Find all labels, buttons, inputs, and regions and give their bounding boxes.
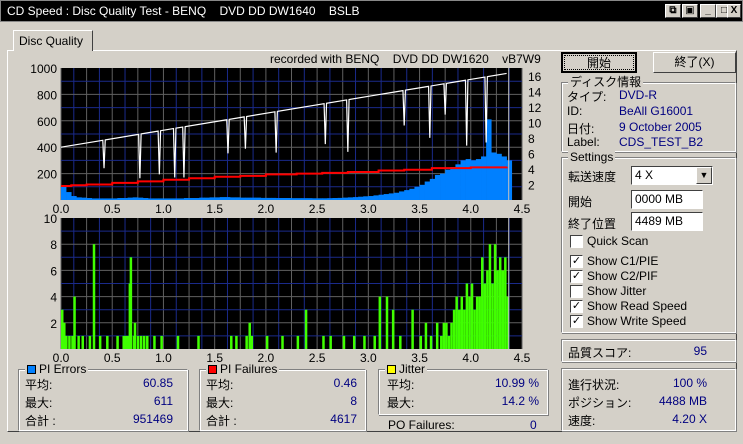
- type-label: タイプ:: [567, 90, 607, 104]
- max-label: 最大:: [206, 396, 234, 410]
- max-label: 最大:: [25, 396, 53, 410]
- jitter-group: Jitter 平均: 10.99 % 最大: 14.2 %: [378, 362, 548, 415]
- speed-label: 転送速度: [568, 170, 617, 184]
- jitter-title: Jitter: [385, 362, 428, 376]
- speed-label: 速度:: [568, 414, 596, 428]
- checkbox-box[interactable]: ✓: [570, 270, 583, 283]
- settings-title: Settings: [568, 150, 616, 164]
- pi-failures-max: 8: [350, 394, 357, 408]
- id-label: ID:: [567, 104, 583, 118]
- settings-group: Settings 転送速度 4 X ▼ 開始 0000 MB 終了位置 4489…: [561, 150, 736, 333]
- total-label: 合計 :: [206, 414, 237, 428]
- start-label: 開始: [568, 195, 593, 209]
- id-value: BeAll G16001: [619, 104, 694, 118]
- end-label: 終了位置: [568, 217, 617, 231]
- pi-failures-avg: 0.46: [333, 376, 357, 390]
- exit-button[interactable]: 終了(X): [653, 52, 736, 73]
- chevron-down-icon[interactable]: ▼: [696, 167, 712, 184]
- quality-score-box: 品質スコア: 95: [561, 339, 736, 362]
- checkbox-show-c2-pif[interactable]: ✓ Show C2/PIF: [570, 269, 730, 284]
- avg-label: 平均:: [206, 378, 234, 392]
- checkbox-label: Show Jitter: [587, 284, 647, 298]
- start-button[interactable]: 開始: [561, 52, 637, 73]
- checkbox-label: Show C1/PIE: [587, 254, 659, 268]
- tab-disc-quality[interactable]: Disc Quality: [13, 30, 93, 51]
- speed-value: 4 X: [635, 168, 654, 182]
- checkbox-label: Show Read Speed: [587, 299, 688, 313]
- checkbox-show-read-speed[interactable]: ✓ Show Read Speed: [570, 299, 730, 314]
- pi-errors-title: PI Errors: [25, 362, 89, 376]
- minimize-button[interactable]: _: [700, 4, 716, 18]
- position-label: ポジション:: [568, 396, 632, 410]
- checkbox-show-c1-pie[interactable]: ✓ Show C1/PIE: [570, 254, 730, 269]
- speed-value: 4.20 X: [672, 412, 707, 426]
- position-value: 4488 MB: [658, 394, 707, 408]
- checkbox-label: Show Write Speed: [587, 314, 687, 328]
- pi-failures-total: 4617: [330, 412, 357, 426]
- speed-select[interactable]: 4 X ▼: [631, 166, 713, 185]
- total-label: 合計 :: [25, 414, 56, 428]
- po-failures-label: PO Failures:: [388, 418, 455, 432]
- end-input[interactable]: 4489 MB: [631, 212, 703, 231]
- disc-info-title: ディスク情報: [568, 75, 644, 89]
- type-value: DVD-R: [619, 88, 657, 102]
- progress-group: 進行状況: 100 % ポジション: 4488 MB 速度: 4.20 X: [561, 368, 736, 431]
- date-value: 9 October 2005: [619, 120, 702, 134]
- start-input[interactable]: 0000 MB: [631, 190, 703, 209]
- jitter-max: 14.2 %: [501, 394, 539, 408]
- checkbox-label: Show C2/PIF: [587, 269, 658, 283]
- checkbox-quick-scan[interactable]: Quick Scan: [570, 234, 730, 249]
- jitter-avg: 10.99 %: [494, 376, 539, 390]
- checkbox-box[interactable]: [570, 285, 583, 298]
- po-failures-value: 0: [530, 418, 537, 432]
- checkbox-box[interactable]: ✓: [570, 315, 583, 328]
- pi-failures-title: PI Failures: [206, 362, 280, 376]
- title-bar: CD Speed : Disc Quality Test - BENQ DVD …: [0, 0, 743, 22]
- label-label: Label:: [567, 135, 600, 149]
- pi-errors-swatch: [27, 365, 36, 374]
- pi-errors-total: 951469: [132, 412, 173, 426]
- close-button[interactable]: X: [727, 4, 741, 18]
- quality-score-label: 品質スコア:: [568, 346, 632, 360]
- jitter-swatch: [387, 365, 396, 374]
- label-value: CDS_TEST_B2: [619, 135, 704, 149]
- pi-failures-group: PI Failures 平均: 0.46 最大: 8 合計 : 4617: [199, 362, 366, 431]
- progress-label: 進行状況:: [568, 378, 620, 392]
- save-icon[interactable]: ▣: [682, 4, 698, 18]
- pi-errors-group: PI Errors 平均: 60.85 最大: 611 合計 : 951469: [18, 362, 188, 431]
- avg-label: 平均:: [25, 378, 53, 392]
- checkbox-show-jitter[interactable]: Show Jitter: [570, 284, 730, 299]
- checkbox-show-write-speed[interactable]: ✓ Show Write Speed: [570, 314, 730, 329]
- chart-header: recorded with BENQ DVD DD DW1620 vB7W9: [270, 52, 541, 66]
- checkbox-label: Quick Scan: [587, 234, 649, 248]
- pi-failures-swatch: [208, 365, 217, 374]
- quality-score-value: 95: [693, 344, 707, 358]
- checkbox-box[interactable]: ✓: [570, 300, 583, 313]
- window-title: CD Speed : Disc Quality Test - BENQ DVD …: [7, 4, 360, 18]
- max-label: 最大:: [387, 396, 415, 410]
- pi-errors-avg: 60.85: [142, 376, 173, 390]
- checkbox-box[interactable]: [570, 235, 583, 248]
- copy-icon[interactable]: ⧉: [665, 4, 681, 18]
- progress-value: 100 %: [672, 376, 707, 390]
- disc-info-group: ディスク情報 タイプ: DVD-R ID: BeAll G16001 日付: 9…: [561, 75, 736, 152]
- pi-errors-max: 611: [153, 394, 173, 408]
- avg-label: 平均:: [387, 378, 415, 392]
- checkbox-box[interactable]: ✓: [570, 255, 583, 268]
